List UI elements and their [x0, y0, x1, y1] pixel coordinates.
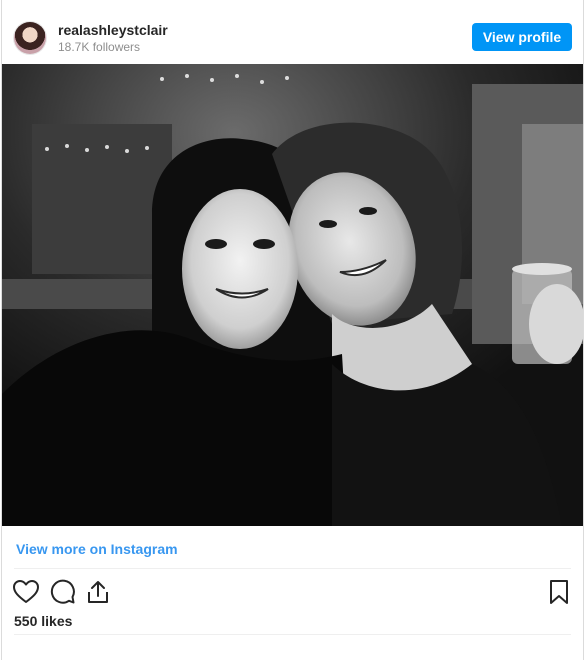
follower-count: 18.7K followers	[58, 40, 141, 54]
view-profile-button[interactable]: View profile	[472, 23, 572, 51]
heart-icon[interactable]	[12, 578, 40, 606]
action-bar	[12, 578, 573, 606]
divider	[14, 568, 571, 569]
avatar[interactable]	[14, 22, 46, 54]
view-more-link[interactable]: View more on Instagram	[16, 541, 178, 557]
instagram-embed-card: realashleystclair 18.7K followers View p…	[1, 0, 584, 660]
username[interactable]: realashleystclair	[58, 22, 168, 38]
comment-icon[interactable]	[48, 578, 76, 606]
photo-image	[2, 64, 583, 526]
divider	[14, 634, 571, 635]
like-count[interactable]: 550 likes	[14, 613, 72, 629]
post-photo[interactable]	[2, 64, 583, 526]
bookmark-icon[interactable]	[545, 578, 573, 606]
post-header: realashleystclair 18.7K followers View p…	[2, 0, 583, 64]
share-icon[interactable]	[84, 578, 112, 606]
